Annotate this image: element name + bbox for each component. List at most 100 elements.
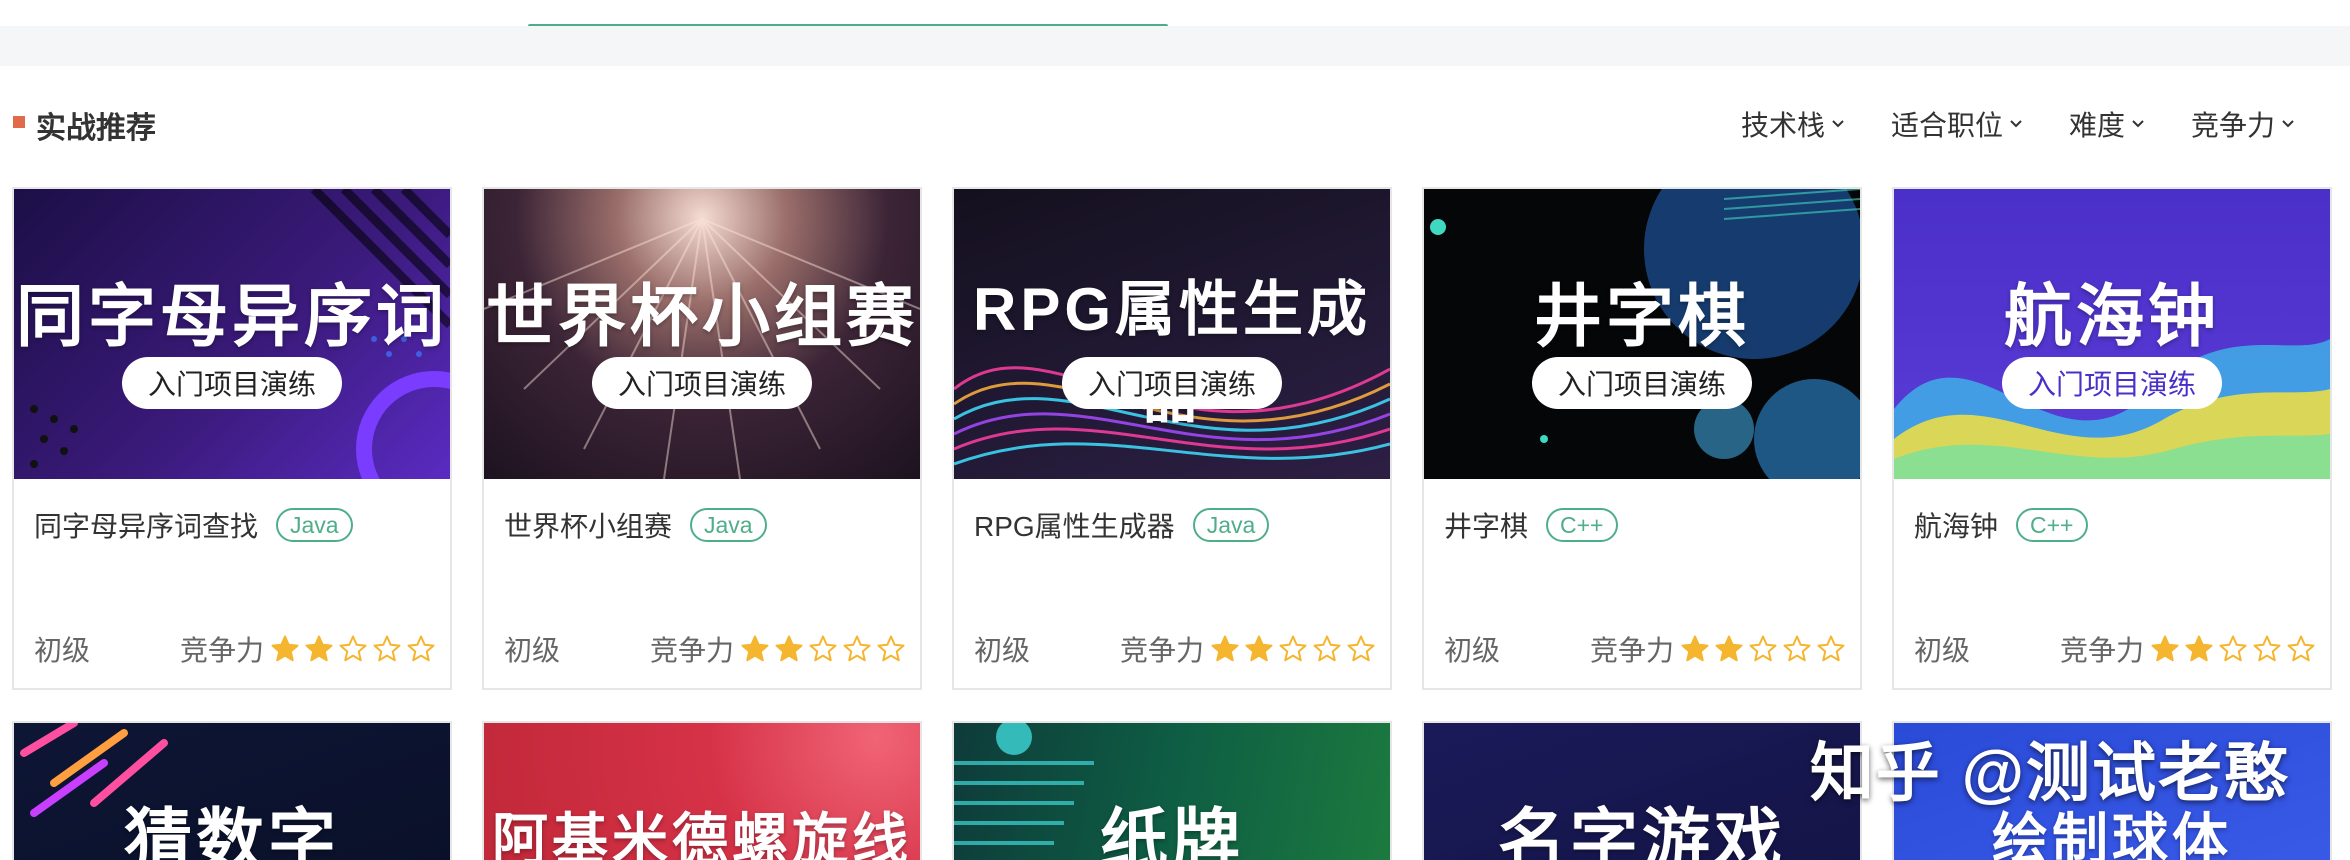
project-card[interactable]: RPG属性生成器 入门项目演练 RPG属性生成器 Java 初级 竞争力: [952, 187, 1392, 690]
star-empty-icon: [1279, 635, 1307, 662]
star-empty-icon: [1783, 635, 1811, 662]
chevron-down-icon: [2132, 120, 2144, 128]
project-card[interactable]: 航海钟 入门项目演练 航海钟 C++ 初级 竞争力: [1892, 187, 2332, 690]
filter-competitiveness[interactable]: 竞争力: [2191, 104, 2295, 144]
language-tag: Java: [690, 508, 767, 542]
language-tag: Java: [1192, 508, 1270, 542]
project-card[interactable]: 猜数字: [12, 721, 452, 860]
star-filled-icon: [1211, 635, 1239, 662]
banner-title: 世界杯小组赛: [485, 279, 918, 355]
banner-title: 阿基米德螺旋线: [492, 808, 912, 860]
project-card[interactable]: 世界杯小组赛 入门项目演练 世界杯小组赛 Java 初级 竞争力: [482, 187, 922, 690]
star-empty-icon: [877, 635, 905, 662]
project-card[interactable]: 阿基米德螺旋线: [482, 721, 922, 860]
banner-title: 纸牌: [1099, 803, 1244, 860]
competitiveness-rating: 竞争力: [1120, 629, 1376, 669]
top-tab-bar: [0, 0, 2350, 26]
star-empty-icon: [2253, 635, 2281, 662]
chevron-down-icon: [2282, 120, 2294, 128]
project-card[interactable]: 纸牌: [952, 721, 1392, 860]
card-body: 井字棋 C++ 初级 竞争力: [1424, 479, 1860, 688]
star-empty-icon: [339, 635, 367, 662]
filter-bar: 技术栈 适合职位 难度 竞争力: [1695, 104, 2295, 144]
star-rating: [1210, 634, 1376, 664]
card-name: 世界杯小组赛 Java: [504, 505, 767, 545]
card-name: 同字母异序词查找 Java: [34, 505, 353, 545]
competitiveness-rating: 竞争力: [2060, 629, 2316, 669]
banner-pill: 入门项目演练: [591, 357, 813, 409]
difficulty-level: 初级: [1914, 635, 1971, 666]
project-card[interactable]: 井字棋 入门项目演练 井字棋 C++ 初级 竞争力: [1422, 187, 1862, 690]
competitiveness-label: 竞争力: [1589, 635, 1674, 666]
star-empty-icon: [2287, 635, 2315, 662]
card-name: 航海钟 C++: [1914, 505, 2088, 545]
chevron-down-icon: [2010, 120, 2022, 128]
competitiveness-rating: 竞争力: [650, 629, 906, 669]
project-name: RPG属性生成器: [974, 511, 1175, 542]
star-empty-icon: [1749, 635, 1777, 662]
project-name: 井字棋: [1444, 511, 1529, 542]
card-thumbnail: 猜数字: [14, 723, 450, 860]
star-filled-icon: [2151, 635, 2179, 662]
banner-title: 井字棋: [1533, 279, 1750, 355]
difficulty-level: 初级: [504, 635, 561, 666]
star-empty-icon: [2219, 635, 2247, 662]
competitiveness-rating: 竞争力: [1590, 629, 1846, 669]
card-thumbnail: 阿基米德螺旋线: [484, 723, 920, 860]
star-rating: [270, 634, 436, 664]
watermark-text: 知乎 @测试老憨: [1809, 737, 2290, 809]
filter-label: 竞争力: [2190, 110, 2275, 141]
section-marker: [13, 116, 25, 128]
language-tag: C++: [1546, 508, 1618, 542]
star-rating: [740, 634, 906, 664]
star-filled-icon: [1245, 635, 1273, 662]
banner-title: 航海钟: [2003, 279, 2220, 355]
competitiveness-label: 竞争力: [1119, 635, 1204, 666]
card-body: RPG属性生成器 Java 初级 竞争力: [954, 479, 1390, 688]
filter-difficulty[interactable]: 难度: [2069, 104, 2145, 144]
card-body: 世界杯小组赛 Java 初级 竞争力: [484, 479, 920, 688]
project-name: 航海钟: [1914, 511, 1999, 542]
project-card[interactable]: 名字游戏: [1422, 721, 1862, 860]
star-filled-icon: [775, 635, 803, 662]
language-tag: Java: [276, 508, 353, 542]
card-name: RPG属性生成器 Java: [974, 505, 1270, 545]
card-name: 井字棋 C++: [1444, 505, 1618, 545]
star-filled-icon: [741, 635, 769, 662]
star-filled-icon: [305, 635, 333, 662]
card-thumbnail: 世界杯小组赛 入门项目演练: [484, 189, 920, 479]
difficulty-level: 初级: [1444, 635, 1501, 666]
card-thumbnail: 名字游戏: [1424, 723, 1860, 860]
star-empty-icon: [1817, 635, 1845, 662]
card-thumbnail: 同字母异序词 入门项目演练: [14, 189, 450, 479]
difficulty-level: 初级: [974, 635, 1031, 666]
star-filled-icon: [2185, 635, 2213, 662]
project-name: 同字母异序词查找: [34, 511, 259, 542]
language-tag: C++: [2016, 508, 2088, 542]
star-filled-icon: [271, 635, 299, 662]
card-thumbnail: 纸牌: [954, 723, 1390, 860]
banner-title: 猜数字: [123, 803, 340, 860]
star-empty-icon: [1347, 635, 1375, 662]
star-empty-icon: [809, 635, 837, 662]
star-rating: [2150, 634, 2316, 664]
difficulty-level: 初级: [34, 635, 91, 666]
filter-position[interactable]: 适合职位: [1891, 104, 2023, 144]
banner-pill: 入门项目演练: [1061, 357, 1283, 409]
project-card[interactable]: 同字母异序词 入门项目演练 同字母异序词查找 Java 初级 竞争力: [12, 187, 452, 690]
competitiveness-label: 竞争力: [649, 635, 734, 666]
star-rating: [1680, 634, 1846, 664]
star-filled-icon: [1681, 635, 1709, 662]
star-empty-icon: [1313, 635, 1341, 662]
banner-pill: 入门项目演练: [121, 357, 343, 409]
filter-label: 适合职位: [1890, 110, 2003, 141]
star-filled-icon: [1715, 635, 1743, 662]
competitiveness-label: 竞争力: [179, 635, 264, 666]
filter-tech-stack[interactable]: 技术栈: [1741, 104, 1845, 144]
star-empty-icon: [373, 635, 401, 662]
card-thumbnail: 航海钟 入门项目演练: [1894, 189, 2330, 479]
divider-band: [0, 26, 2350, 66]
star-empty-icon: [843, 635, 871, 662]
project-name: 世界杯小组赛: [504, 511, 673, 542]
banner-pill: 入门项目演练: [2001, 357, 2223, 409]
